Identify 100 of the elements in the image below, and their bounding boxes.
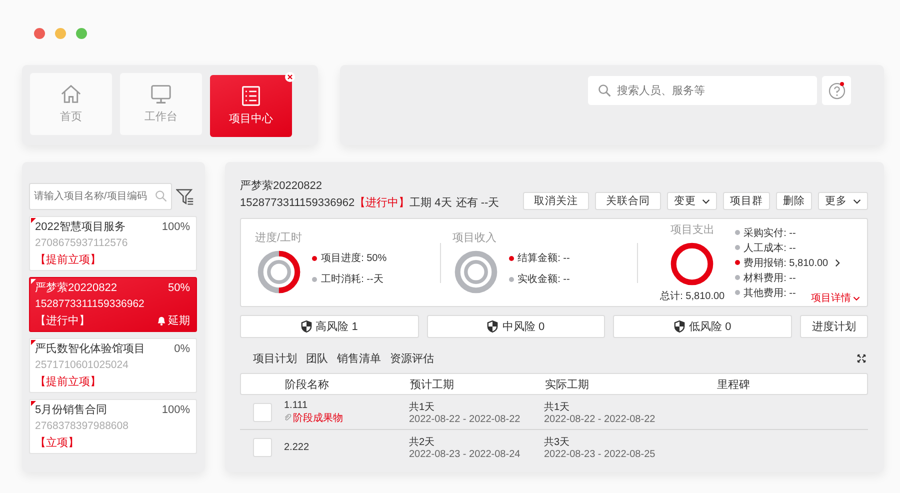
risk-button[interactable]: 高风险 1: [240, 315, 419, 338]
action-button[interactable]: 关联合同: [595, 192, 661, 210]
project-code: 2571710601025024: [35, 359, 130, 371]
sub-tab[interactable]: 销售清单: [337, 351, 381, 366]
summary-title: 项目支出: [670, 223, 714, 237]
corner-mark: [31, 401, 36, 406]
legend-label: 项目进度: 50%: [321, 252, 387, 265]
search-icon: [598, 84, 611, 97]
schedule-button[interactable]: 进度计划: [800, 315, 868, 338]
shield-icon: [487, 320, 498, 333]
monitor-icon: [150, 84, 172, 104]
list-icon: [240, 86, 262, 106]
project-code: 1528773311159336962: [35, 298, 146, 310]
shield-icon: [300, 320, 312, 333]
corner-mark: [31, 340, 36, 345]
project-status: 【提前立项】: [35, 252, 101, 267]
dropdown-button[interactable]: 变更: [667, 192, 717, 210]
legend-label: 费用报销: 5,810.00: [744, 256, 828, 270]
project-name: 严梦萦20220822: [35, 280, 117, 295]
caret-icon: [853, 198, 861, 204]
actual-days: 共3天: [544, 434, 716, 448]
stage-name: 2.222: [284, 442, 310, 452]
bell-icon: [156, 315, 167, 326]
shield-icon: [674, 320, 686, 333]
risk-button[interactable]: 中风险 0: [426, 315, 606, 338]
house-icon: [60, 84, 82, 104]
legend-label: 人工成本: --: [744, 242, 796, 254]
legend-label: 结算金额: --: [518, 252, 570, 265]
chevron-icon[interactable]: [835, 258, 840, 266]
project-code: 2768378397988608: [35, 420, 130, 432]
project-title: 严梦萦20220822: [240, 178, 323, 193]
sub-tab[interactable]: 资源评估: [390, 351, 434, 366]
details-link[interactable]: 项目详情: [811, 291, 860, 305]
project-percent: 50%: [168, 282, 190, 294]
filter-icon[interactable]: [176, 188, 194, 206]
caret-icon: [853, 296, 860, 300]
search-icon: [155, 190, 167, 202]
project-status: 【立项】: [35, 436, 79, 450]
total-amount: 总计: 5,810.00: [660, 290, 725, 303]
checkbox[interactable]: [252, 402, 272, 422]
column-header: 预计工期: [410, 378, 455, 392]
actual-range: 2022-08-23 - 2022-08-25: [544, 448, 656, 460]
project-percent: 0%: [174, 342, 190, 354]
project-duration: 工期 4天: [410, 197, 452, 209]
checkbox[interactable]: [252, 438, 272, 456]
project-percent: 100%: [162, 404, 190, 416]
action-button[interactable]: 删除: [776, 192, 812, 210]
progress-ring: [256, 249, 302, 295]
project-card[interactable]: 严梦萦20220822 50% 1528773311159336962 【进行中】 延期: [29, 277, 197, 332]
legend-label: 材料费用: --: [744, 272, 796, 284]
action-button[interactable]: 项目群: [723, 192, 770, 210]
summary-title: 进度/工时: [255, 230, 302, 245]
project-card[interactable]: 严氏数智化体验馆项目 0% 2571710601025024 【提前立项】: [29, 338, 197, 393]
close-icon[interactable]: [285, 72, 295, 82]
sub-tab[interactable]: 团队: [306, 351, 328, 366]
column-header: 里程碑: [717, 378, 751, 392]
planned-days: 共1天: [409, 400, 544, 414]
stage-name: 1.111: [284, 400, 309, 410]
planned-range: 2022-08-22 - 2022-08-22: [409, 414, 522, 424]
legend-label: 其他费用: --: [744, 286, 796, 300]
actual-range: 2022-08-22 - 2022-08-22: [544, 414, 656, 424]
help-button[interactable]: [822, 76, 851, 105]
project-name: 严氏数智化体验馆项目: [35, 342, 145, 356]
dropdown-button[interactable]: 更多: [818, 192, 868, 210]
sub-tab[interactable]: 项目计划: [253, 351, 297, 366]
project-card[interactable]: 2022智慧项目服务 100% 2708675937112576 【提前立项】: [29, 216, 197, 271]
maximize-dot[interactable]: [76, 28, 87, 39]
project-code: 1528773311159336962: [240, 197, 355, 209]
legend-label: 采购实付: --: [744, 226, 796, 240]
legend-label: 工时消耗: --天: [321, 272, 384, 286]
project-name: 5月份销售合同: [35, 403, 108, 417]
help-icon: [828, 82, 846, 100]
project-status: 【提前立项】: [35, 374, 101, 389]
project-card[interactable]: 5月份销售合同 100% 2768378397988608 【立项】: [29, 399, 197, 454]
column-header: 实际工期: [545, 378, 590, 392]
nav-tab[interactable]: 项目中心: [210, 75, 292, 137]
corner-mark: [31, 279, 36, 284]
risk-button[interactable]: 低风险 0: [613, 315, 792, 338]
column-header: 阶段名称: [285, 378, 330, 392]
search-field[interactable]: 搜索人员、服务等: [588, 76, 817, 105]
project-code: 2708675937112576: [35, 237, 129, 249]
project-percent: 100%: [162, 220, 190, 232]
corner-mark: [31, 218, 36, 223]
ring-chart: [669, 241, 716, 287]
caret-icon: [702, 198, 710, 204]
project-status: 【进行中】: [354, 197, 410, 209]
minimize-dot[interactable]: [55, 28, 66, 39]
remaining-days: 还有 --天: [456, 197, 500, 209]
search-field[interactable]: 请输入项目名称/项目编码: [29, 183, 172, 210]
planned-days: 共2天: [409, 434, 544, 448]
paperclip-icon: [284, 414, 292, 422]
action-button[interactable]: 取消关注: [523, 192, 589, 210]
summary-title: 项目收入: [452, 231, 497, 245]
expand-icon[interactable]: [857, 354, 866, 363]
project-name: 2022智慧项目服务: [35, 220, 126, 234]
ring-chart: [452, 249, 499, 295]
actual-days: 共1天: [544, 400, 716, 414]
project-status: 【进行中】: [35, 314, 90, 328]
close-dot[interactable]: [34, 28, 45, 39]
deliverable-link[interactable]: 阶段成果物: [284, 410, 409, 424]
